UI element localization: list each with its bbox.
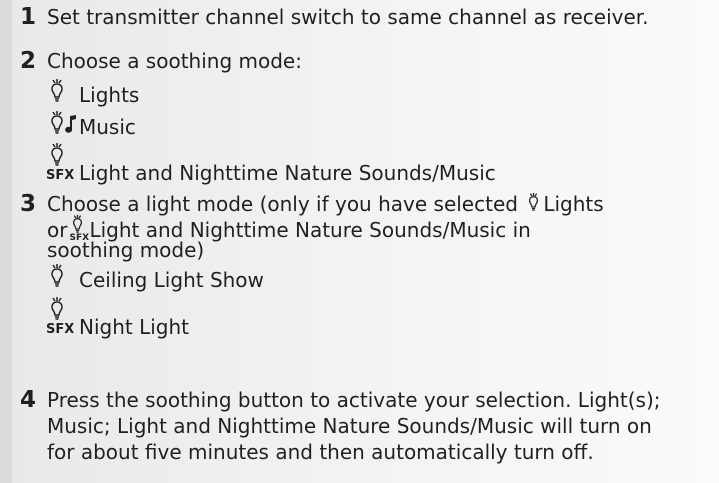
music-note-icon	[65, 115, 76, 133]
step-text-line1: Choose a light mode (only if you have se…	[47, 192, 604, 216]
bulb-icon	[51, 111, 63, 134]
step-number: 3	[20, 191, 37, 217]
left-margin-bar	[0, 0, 12, 483]
step-text: Choose a soothing mode:	[47, 49, 302, 73]
step-text: Set transmitter channel switch to same c…	[47, 5, 649, 29]
sfx-label: SFX	[46, 322, 75, 337]
step-number: 2	[20, 48, 37, 74]
step-number: 1	[20, 4, 37, 30]
option-label: Music	[79, 115, 136, 139]
bulb-icon	[529, 192, 539, 211]
sfx-label: SFX	[46, 168, 75, 183]
step-text: Press the soothing button to activate yo…	[47, 388, 661, 412]
option-label: Light and Nighttime Nature Sounds/Music	[79, 161, 496, 185]
instructions-panel: 1 Set transmitter channel switch to same…	[12, 0, 719, 483]
option-label: Night Light	[79, 315, 189, 339]
bulb-icon	[51, 143, 63, 166]
bulb-icon	[51, 79, 63, 102]
bulb-icon	[51, 264, 63, 287]
bulb-icon	[51, 297, 63, 320]
option-label: Ceiling Light Show	[79, 268, 264, 292]
option-label: Lights	[79, 83, 140, 107]
bulb-icon	[73, 214, 83, 233]
step-number: 4	[20, 387, 37, 413]
